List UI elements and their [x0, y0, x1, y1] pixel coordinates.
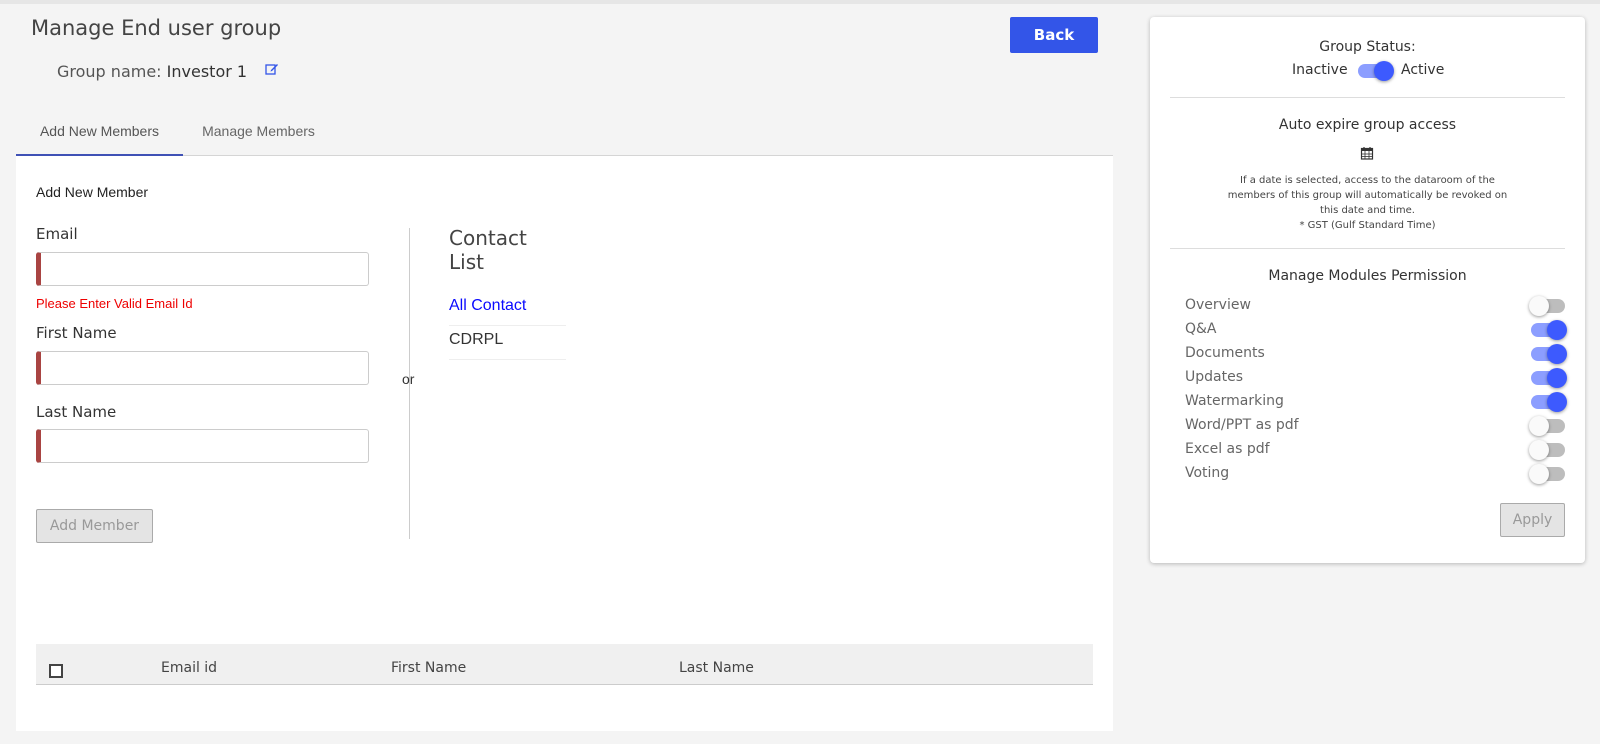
- email-error: Please Enter Valid Email Id: [36, 296, 193, 311]
- tab-bar: Add New Members Manage Members: [16, 112, 1113, 156]
- auto-expire-desc-text: If a date is selected, access to the dat…: [1227, 175, 1508, 216]
- edit-icon[interactable]: [265, 62, 281, 78]
- back-button[interactable]: Back: [1010, 17, 1098, 53]
- timezone-note: * GST (Gulf Standard Time): [1299, 220, 1436, 231]
- group-status-row: Inactive Active: [1150, 59, 1585, 83]
- toggle-knob: [1547, 368, 1567, 388]
- permission-label: Word/PPT as pdf: [1185, 417, 1299, 433]
- first-name-field[interactable]: [36, 351, 369, 385]
- permission-label: Voting: [1185, 465, 1230, 481]
- group-status-toggle[interactable]: [1356, 59, 1394, 83]
- tab-manage-members[interactable]: Manage Members: [196, 112, 321, 156]
- auto-expire-description: If a date is selected, access to the dat…: [1225, 173, 1510, 233]
- permission-row-updates: Updates: [1185, 366, 1567, 390]
- permission-toggle-excel-pdf[interactable]: [1529, 438, 1567, 462]
- column-last-name[interactable]: Last Name: [679, 660, 754, 676]
- group-name-value: Investor 1: [166, 62, 248, 81]
- permission-label: Documents: [1185, 345, 1265, 361]
- tab-add-new-members[interactable]: Add New Members: [16, 112, 183, 156]
- column-email-id[interactable]: Email id: [161, 660, 217, 676]
- permission-row-word-ppt-pdf: Word/PPT as pdf: [1185, 414, 1565, 438]
- email-field[interactable]: [36, 252, 369, 286]
- toggle-knob: [1529, 440, 1549, 460]
- permission-label: Overview: [1185, 297, 1251, 313]
- first-name-label: First Name: [36, 324, 117, 342]
- add-member-button[interactable]: Add Member: [36, 509, 153, 543]
- auto-expire-title: Auto expire group access: [1278, 117, 1457, 133]
- calendar-icon[interactable]: [1360, 146, 1374, 160]
- toggle-knob: [1547, 320, 1567, 340]
- section-title: Add New Member: [36, 184, 149, 200]
- toggle-knob: [1529, 464, 1549, 484]
- permission-toggle-voting[interactable]: [1529, 462, 1567, 486]
- or-separator: or: [402, 371, 415, 387]
- last-name-label: Last Name: [36, 403, 117, 421]
- permissions-title: Manage Modules Permission: [1268, 268, 1467, 284]
- contact-item-cdrpl[interactable]: CDRPL: [449, 326, 566, 360]
- permission-row-voting: Voting: [1185, 462, 1565, 486]
- divider: [1170, 97, 1565, 98]
- permission-toggle-qa[interactable]: [1529, 318, 1567, 342]
- permission-row-watermarking: Watermarking: [1185, 390, 1567, 414]
- toggle-knob: [1374, 61, 1394, 81]
- permission-row-excel-pdf: Excel as pdf: [1185, 438, 1565, 462]
- permission-toggle-overview[interactable]: [1529, 294, 1567, 318]
- permission-toggle-updates[interactable]: [1529, 366, 1567, 390]
- add-member-panel: Add New Member Email Please Enter Valid …: [16, 156, 1113, 731]
- toggle-knob: [1547, 344, 1567, 364]
- top-border: [0, 0, 1600, 4]
- permission-label: Watermarking: [1185, 393, 1284, 409]
- toggle-knob: [1547, 392, 1567, 412]
- contact-list-title: Contact List: [449, 226, 527, 274]
- group-name-label: Group name:: [57, 62, 162, 81]
- permission-row-documents: Documents: [1185, 342, 1567, 366]
- toggle-knob: [1529, 416, 1549, 436]
- status-inactive-label: Inactive: [1292, 62, 1348, 78]
- members-table-header: Email id First Name Last Name: [36, 644, 1093, 685]
- toggle-knob: [1529, 296, 1549, 316]
- column-first-name[interactable]: First Name: [391, 660, 466, 676]
- divider: [1170, 248, 1565, 249]
- group-settings-panel: Group Status: Inactive Active Auto expir…: [1150, 17, 1585, 563]
- permission-toggle-word-ppt-pdf[interactable]: [1529, 414, 1567, 438]
- permission-row-overview: Overview: [1185, 294, 1565, 318]
- page-title: Manage End user group: [31, 16, 282, 40]
- permission-label: Excel as pdf: [1185, 441, 1270, 457]
- contact-item-all-contact[interactable]: All Contact: [449, 292, 566, 326]
- permission-toggle-documents[interactable]: [1529, 342, 1567, 366]
- permission-toggle-watermarking[interactable]: [1529, 390, 1567, 414]
- last-name-field[interactable]: [36, 429, 369, 463]
- select-all-checkbox[interactable]: [49, 664, 63, 678]
- group-status-title: Group Status:: [1319, 39, 1416, 55]
- email-label: Email: [36, 225, 78, 243]
- permission-label: Updates: [1185, 369, 1243, 385]
- group-name: Group name: Investor 1: [57, 62, 247, 81]
- permission-label: Q&A: [1185, 321, 1217, 337]
- permission-row-qa: Q&A: [1185, 318, 1567, 342]
- apply-button[interactable]: Apply: [1500, 503, 1565, 537]
- status-active-label: Active: [1401, 62, 1445, 78]
